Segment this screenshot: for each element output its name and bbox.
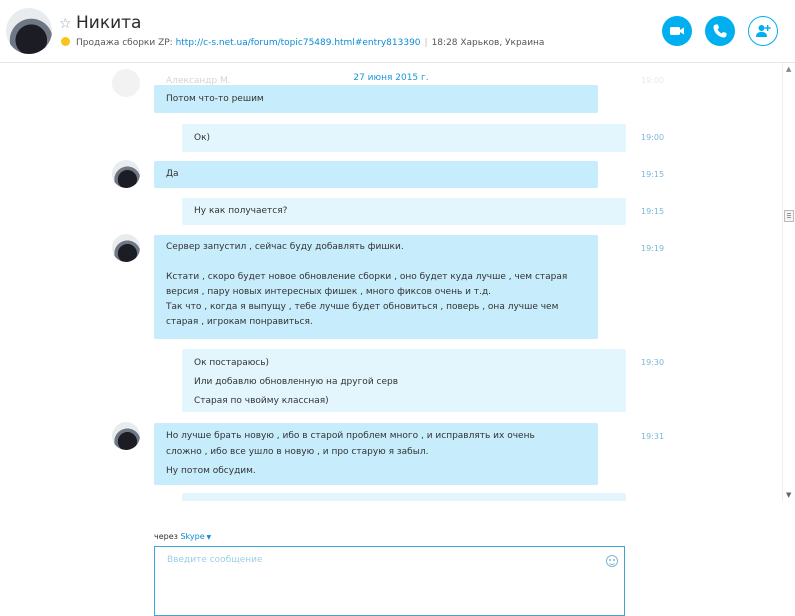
message-time: 19:00 (641, 133, 665, 142)
conversation-header: ☆ Никита Продажа сборки ZP: http://c-s.n… (0, 0, 795, 63)
message-bubble-incoming[interactable]: Сервер запустил , сейчас буду добавлять … (154, 235, 598, 339)
mood-clock-icon (61, 37, 70, 46)
message-text: Но лучше брать новую , ибо в старой проб… (166, 431, 535, 441)
scroll-down-arrow-icon[interactable]: ▼ (786, 491, 791, 499)
message-input-placeholder: Введите сообщение (167, 555, 263, 565)
scroll-up-arrow-icon[interactable]: ▲ (786, 65, 791, 73)
sender-avatar[interactable] (112, 234, 140, 262)
message-text: версия , пару новых интересных фишек , м… (166, 287, 492, 297)
voice-call-button[interactable] (705, 16, 735, 46)
message-text: Ну потом обсудим. (166, 466, 256, 476)
message-text (166, 255, 586, 270)
emoticon-icon[interactable] (606, 555, 618, 567)
mood-message: Продажа сборки ZP: http://c-s.net.ua/for… (61, 37, 544, 48)
message-bubble-outgoing-partial[interactable] (182, 493, 626, 501)
message-bubble-outgoing[interactable]: Ну как получается? (182, 198, 626, 225)
message-bubble-incoming[interactable]: Но лучше брать новую , ибо в старой проб… (154, 423, 598, 485)
add-contact-button[interactable] (748, 16, 778, 46)
message-text: Сервер запустил , сейчас буду добавлять … (166, 242, 404, 252)
message-bubble-outgoing[interactable]: Ок) (182, 124, 626, 152)
scroll-thumb[interactable] (784, 210, 794, 222)
message-text: Да (166, 169, 179, 179)
mood-link[interactable]: http://c-s.net.ua/forum/topic75489.html#… (176, 38, 421, 48)
message-time: 19:15 (641, 207, 665, 216)
message-time: 19:19 (641, 244, 665, 253)
message-bubble-incoming[interactable]: Да (154, 161, 598, 188)
message-text: Так что , когда я выпущу , тебе лучше бу… (166, 302, 559, 312)
message-input[interactable]: Введите сообщение (154, 546, 625, 616)
via-prefix: через (154, 532, 178, 541)
message-text: Ок) (194, 133, 211, 143)
message-text: Кстати , скоро будет новое обновление сб… (166, 272, 568, 282)
send-via-selector[interactable]: через Skype ▼ (154, 532, 211, 541)
via-service[interactable]: Skype (180, 532, 204, 541)
message-time: 19:31 (641, 432, 665, 441)
message-text: сложно , ибо все ушло в новую , и про ст… (166, 447, 429, 457)
conversation-scrollbar[interactable]: ▲ ▼ (782, 63, 795, 501)
add-contact-icon (756, 25, 771, 37)
message-text: Ок постараюсь) (194, 358, 270, 368)
message-text: Или добавлю обновленную на другой серв (194, 377, 399, 387)
mood-separator: | (424, 38, 428, 48)
via-dropdown-icon[interactable]: ▼ (205, 534, 212, 541)
contact-name[interactable]: Никита (76, 13, 141, 33)
message-text: Ну как получается? (194, 206, 288, 216)
mood-text: Продажа сборки ZP: (76, 38, 176, 48)
sender-avatar[interactable] (112, 422, 140, 450)
video-call-icon (670, 27, 684, 35)
message-text: старая , игрокам понравиться. (166, 317, 313, 327)
contact-avatar[interactable] (6, 8, 52, 54)
local-time: 18:28 Харьков, Украина (431, 38, 545, 48)
message-time: 19:15 (641, 170, 665, 179)
message-text: Потом что-то решим (166, 94, 264, 104)
message-text: Старая по чвойму классная) (194, 396, 329, 406)
date-banner: 27 июня 2015 г. (353, 73, 429, 83)
message-time: 19:30 (641, 358, 665, 367)
message-bubble-incoming[interactable]: Потом что-то решим (154, 85, 598, 113)
sender-avatar[interactable] (112, 160, 140, 188)
phone-icon (713, 24, 727, 38)
message-bubble-outgoing[interactable]: Ок постараюсь) Или добавлю обновленную н… (182, 349, 626, 412)
message-history[interactable]: Александр М. 19:00 27 июня 2015 г. Потом… (0, 63, 782, 501)
video-call-button[interactable] (662, 16, 692, 46)
favorite-star-icon[interactable]: ☆ (59, 16, 72, 32)
